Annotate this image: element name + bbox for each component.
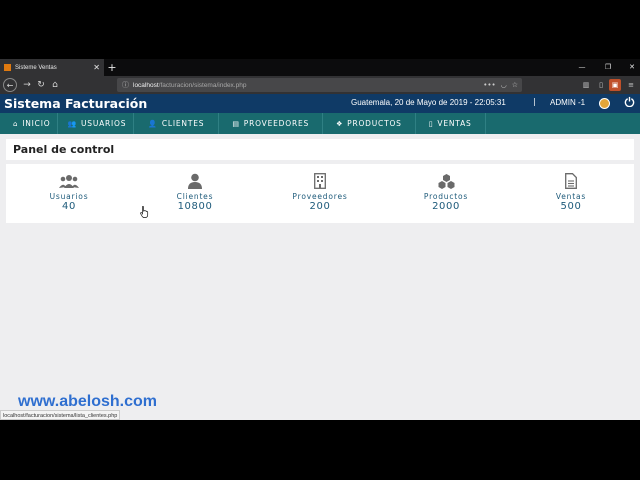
browser-tab[interactable]: Sisteme Ventas ✕: [0, 59, 104, 76]
users-icon: 👥: [67, 119, 77, 128]
menu-item-proveedores[interactable]: ▤ PROVEEDORES: [219, 113, 324, 134]
menu-item-label: PRODUCTOS: [347, 119, 402, 128]
stat-label: Usuarios: [49, 192, 89, 201]
header-separator: |: [533, 97, 536, 106]
panel-title-box: Panel de control: [6, 139, 634, 160]
new-tab-button[interactable]: +: [106, 59, 118, 76]
user-icon: 👤: [148, 119, 158, 128]
user-icon: [155, 172, 235, 190]
main-menu: ⌂ INICIO 👥 USUARIOS 👤 CLIENTES ▤ PROVEEDORES…: [0, 113, 640, 134]
file-icon: [531, 172, 611, 190]
menu-item-inicio[interactable]: ⌂ INICIO: [0, 113, 59, 134]
stat-value: 500: [560, 201, 582, 212]
menu-item-productos[interactable]: ❖ PRODUCTOS: [323, 113, 416, 134]
url-path: /facturacion/sistema/index.php: [158, 81, 247, 89]
header-datetime: Guatemala, 20 de Mayo de 2019 - 22:05:31: [351, 98, 506, 107]
page-title: Panel de control: [13, 143, 115, 156]
bookmark-star-icon[interactable]: ☆: [512, 81, 518, 89]
stat-label: Productos: [423, 192, 469, 201]
menu-item-clientes[interactable]: 👤 CLIENTES: [134, 113, 220, 134]
stat-usuarios[interactable]: Usuarios 40: [29, 172, 109, 212]
menu-item-usuarios[interactable]: 👥 USUARIOS: [58, 113, 135, 134]
app-header: Sistema Facturación: [0, 94, 640, 113]
browser-tab-title: Sisteme Ventas: [15, 64, 57, 71]
browser-tab-bar: Sisteme Ventas ✕ + — ❐ ✕: [0, 59, 640, 76]
status-url: localhost/facturacion/sistema/lista_clie…: [0, 410, 121, 420]
stat-value: 2000: [432, 201, 460, 212]
menu-hamburger-icon[interactable]: ≡: [625, 79, 637, 91]
favicon-icon: [4, 64, 11, 71]
menu-item-label: CLIENTES: [161, 119, 205, 128]
watermark: www.abelosh.com: [18, 393, 157, 410]
url-host: localhost: [133, 81, 159, 89]
browser-nav-bar: ← → ↻ ⌂ ⓘ localhost/facturacion/sistema/…: [0, 76, 640, 94]
home-button[interactable]: ⌂: [48, 78, 62, 92]
building-icon: [280, 172, 360, 190]
page-content: Sistema Facturación Guatemala, 20 de May…: [0, 94, 640, 420]
library-icon[interactable]: ▥: [580, 79, 592, 91]
stat-value: 200: [309, 201, 331, 212]
stat-label: Ventas: [555, 192, 587, 201]
menu-item-label: INICIO: [22, 119, 51, 128]
document-icon: ▤: [232, 119, 240, 128]
forward-button[interactable]: →: [20, 78, 34, 92]
close-tab-icon[interactable]: ✕: [93, 63, 100, 72]
stat-label: Proveedores: [292, 192, 348, 201]
stats-panel: Usuarios 40 Clientes 10800 Proveedores 2…: [6, 164, 634, 223]
stat-value: 10800: [177, 201, 213, 212]
menu-item-label: VENTAS: [437, 119, 472, 128]
avatar[interactable]: [599, 98, 610, 109]
reload-button[interactable]: ↻: [34, 78, 48, 92]
stat-productos[interactable]: Productos 2000: [406, 172, 486, 212]
stat-proveedores[interactable]: Proveedores 200: [280, 172, 360, 212]
letterbox-top: [0, 0, 640, 59]
home-icon: ⌂: [13, 119, 19, 128]
back-button[interactable]: ←: [3, 78, 17, 92]
stat-label: Clientes: [176, 192, 214, 201]
url-bar[interactable]: ⓘ localhost/facturacion/sistema/index.ph…: [117, 78, 522, 92]
cubes-icon: ❖: [336, 119, 344, 128]
minimize-icon[interactable]: —: [574, 59, 590, 76]
app-brand: Sistema Facturación: [4, 96, 148, 111]
letterbox-bottom: [0, 420, 640, 480]
window-close-icon[interactable]: ✕: [624, 59, 640, 76]
power-icon[interactable]: [624, 96, 636, 110]
site-info-icon[interactable]: ⓘ: [122, 80, 129, 90]
menu-item-ventas[interactable]: ▯ VENTAS: [416, 113, 486, 134]
menu-item-label: PROVEEDORES: [243, 119, 310, 128]
extension-icon[interactable]: ▣: [609, 79, 621, 91]
stat-ventas[interactable]: Ventas 500: [531, 172, 611, 212]
stat-clientes[interactable]: Clientes 10800: [155, 172, 235, 212]
cubes-icon: [406, 172, 486, 190]
header-user: ADMIN -1: [550, 98, 586, 107]
restore-icon[interactable]: ❐: [600, 59, 616, 76]
stat-value: 40: [62, 201, 76, 212]
hand-cursor-icon: [140, 203, 149, 222]
file-icon: ▯: [428, 119, 434, 128]
pocket-icon[interactable]: ◡: [501, 81, 507, 89]
sidebar-icon[interactable]: ▯: [595, 79, 607, 91]
users-icon: [29, 172, 109, 190]
page-actions-icon[interactable]: •••: [483, 81, 495, 89]
menu-item-label: USUARIOS: [80, 119, 127, 128]
